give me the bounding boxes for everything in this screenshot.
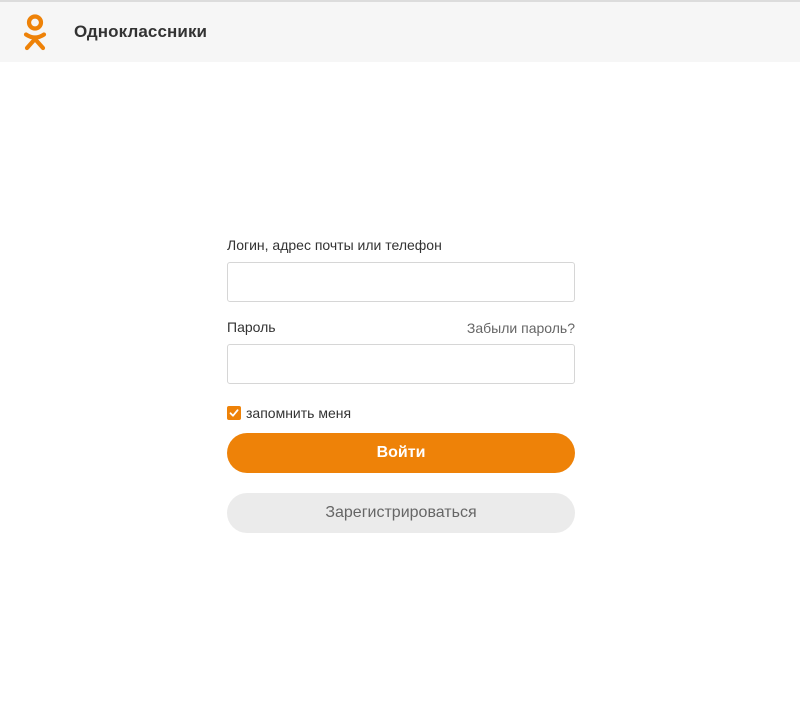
login-button[interactable]: Войти [227, 433, 575, 473]
remember-me-checkbox[interactable] [227, 406, 241, 420]
top-bar: Одноклассники [0, 0, 800, 62]
forgot-password-link[interactable]: Забыли пароль? [467, 320, 575, 336]
password-label: Пароль [227, 319, 276, 335]
login-form: Логин, адрес почты или телефон Пароль За… [227, 237, 575, 533]
remember-me[interactable]: запомнить меня [227, 404, 575, 422]
register-button[interactable]: Зарегистрироваться [227, 493, 575, 533]
login-input[interactable] [227, 262, 575, 302]
odnoklassniki-logo-icon[interactable] [22, 14, 48, 52]
remember-me-label: запомнить меня [246, 405, 352, 421]
password-row: Пароль Забыли пароль? [227, 319, 575, 337]
login-label: Логин, адрес почты или телефон [227, 237, 442, 253]
checkmark-icon [229, 409, 239, 417]
brand-name[interactable]: Одноклассники [74, 22, 207, 42]
password-input[interactable] [227, 344, 575, 384]
